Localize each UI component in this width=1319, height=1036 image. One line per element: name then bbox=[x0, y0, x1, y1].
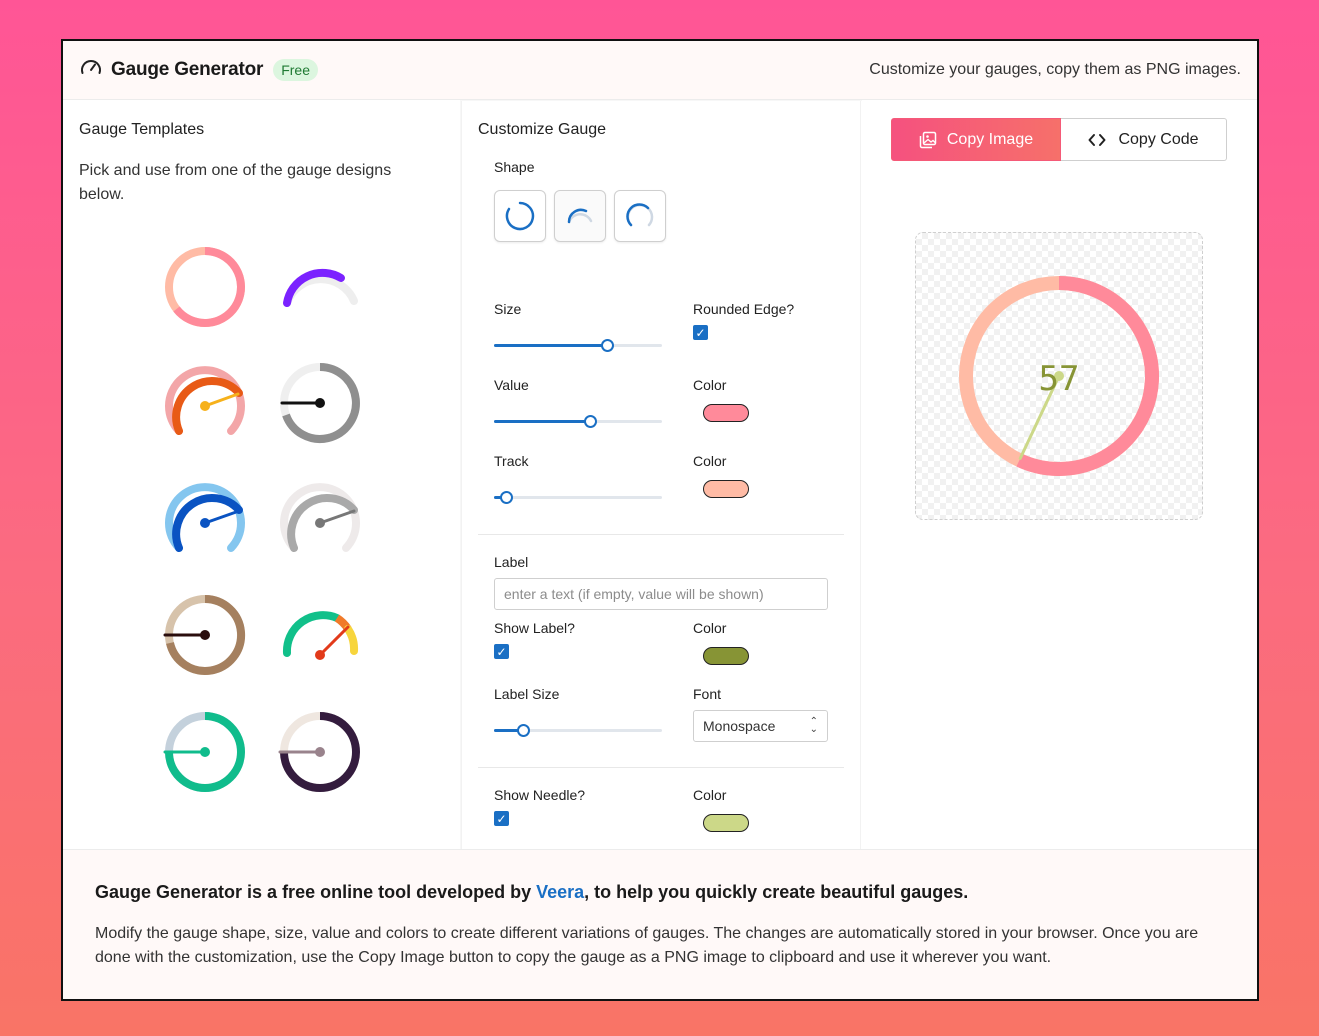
copy-code-label: Copy Code bbox=[1118, 130, 1199, 148]
template-gauge-4[interactable] bbox=[278, 361, 362, 445]
template-gauge-9[interactable] bbox=[163, 710, 247, 794]
show-label-label: Show Label? bbox=[494, 620, 575, 636]
gauge-preview-graphic: 57 bbox=[959, 276, 1159, 476]
footer-description: Modify the gauge shape, size, value and … bbox=[95, 925, 1199, 966]
app-title: Gauge Generator bbox=[111, 59, 264, 80]
templates-title: Gauge Templates bbox=[79, 121, 205, 138]
copy-image-button[interactable]: Copy Image bbox=[891, 118, 1061, 161]
template-gauge-3[interactable] bbox=[163, 361, 247, 445]
gauge-preview: 57 bbox=[915, 232, 1203, 520]
templates-description: Pick and use from one of the gauge desig… bbox=[79, 162, 392, 203]
label-color-label: Color bbox=[693, 620, 727, 636]
template-gauge-6[interactable] bbox=[278, 478, 362, 562]
shape-circle-icon bbox=[505, 201, 535, 231]
divider bbox=[478, 767, 844, 768]
shape-arc-icon bbox=[567, 208, 593, 224]
code-icon bbox=[1088, 133, 1106, 146]
size-slider[interactable] bbox=[494, 338, 662, 352]
copy-code-button[interactable]: Copy Code bbox=[1061, 118, 1227, 161]
shape-three-quarter-button[interactable] bbox=[614, 190, 666, 242]
font-label: Font bbox=[693, 686, 722, 702]
footer-title-text-end: , to help you quickly create beautiful g… bbox=[584, 882, 969, 902]
size-label: Size bbox=[494, 301, 522, 317]
template-gauge-5[interactable] bbox=[163, 478, 247, 562]
value-color-label: Color bbox=[693, 377, 727, 393]
track-slider-thumb[interactable] bbox=[499, 491, 513, 504]
value-color-swatch[interactable] bbox=[703, 404, 749, 422]
template-gauge-8[interactable] bbox=[278, 593, 362, 677]
font-select-value: Monospace bbox=[703, 718, 776, 734]
gauge-logo-icon bbox=[79, 56, 103, 85]
templates-panel: Gauge Templates Pick and use from one of… bbox=[63, 101, 459, 849]
label-size-slider[interactable] bbox=[494, 723, 662, 737]
shape-three-quarter-icon bbox=[626, 203, 654, 227]
rounded-edge-label: Rounded Edge? bbox=[693, 301, 795, 317]
value-slider[interactable] bbox=[494, 414, 662, 428]
track-color-swatch[interactable] bbox=[703, 480, 749, 498]
tagline: Customize your gauges, copy them as PNG … bbox=[869, 61, 1241, 78]
shape-half-arc-button[interactable] bbox=[554, 190, 606, 242]
template-gauge-2[interactable] bbox=[278, 245, 362, 329]
select-chevron-icon: ⌃ ⌄ bbox=[809, 716, 818, 735]
track-slider[interactable] bbox=[494, 490, 662, 504]
rounded-edge-checkbox[interactable]: ✓ bbox=[693, 325, 708, 340]
footer-title-text: Gauge Generator is a free online tool de… bbox=[95, 882, 537, 902]
template-gauge-7[interactable] bbox=[163, 593, 247, 677]
label-input[interactable] bbox=[494, 578, 828, 610]
show-needle-label: Show Needle? bbox=[494, 787, 586, 803]
label-field-label: Label bbox=[494, 554, 529, 570]
copy-image-label: Copy Image bbox=[946, 130, 1034, 148]
veera-link[interactable]: Veera bbox=[536, 882, 584, 902]
gauge-value-label: 57 bbox=[1039, 359, 1080, 399]
track-label: Track bbox=[494, 453, 529, 469]
template-gauge-1[interactable] bbox=[163, 245, 247, 329]
app-window: Gauge Generator Free Customize your gaug… bbox=[61, 39, 1259, 1001]
header: Gauge Generator Free Customize your gaug… bbox=[63, 41, 1257, 100]
divider bbox=[478, 534, 844, 535]
main-content: Gauge Templates Pick and use from one of… bbox=[63, 101, 1257, 849]
show-needle-checkbox[interactable]: ✓ bbox=[494, 811, 509, 826]
label-color-swatch[interactable] bbox=[703, 647, 749, 665]
template-gauge-10[interactable] bbox=[278, 710, 362, 794]
footer: Gauge Generator is a free online tool de… bbox=[63, 849, 1257, 999]
size-slider-thumb[interactable] bbox=[600, 339, 614, 352]
label-size-slider-thumb[interactable] bbox=[516, 724, 530, 737]
preview-panel: Copy Image Copy Code 57 bbox=[861, 101, 1257, 849]
show-label-checkbox[interactable]: ✓ bbox=[494, 644, 509, 659]
shape-full-circle-button[interactable] bbox=[494, 190, 546, 242]
font-select[interactable]: Monospace ⌃ ⌄ bbox=[693, 710, 828, 742]
value-slider-thumb[interactable] bbox=[583, 415, 597, 428]
track-color-label: Color bbox=[693, 453, 727, 469]
shape-label: Shape bbox=[494, 159, 535, 175]
customize-panel: Customize Gauge Shape Size Rounded Edge?… bbox=[461, 101, 861, 849]
copy-button-group: Copy Image Copy Code bbox=[891, 118, 1227, 161]
image-copy-icon bbox=[919, 131, 937, 148]
free-badge: Free bbox=[273, 59, 319, 81]
needle-color-swatch[interactable] bbox=[703, 814, 749, 832]
brand: Gauge Generator Free bbox=[79, 56, 319, 85]
needle-color-label: Color bbox=[693, 787, 727, 803]
value-label: Value bbox=[494, 377, 529, 393]
label-size-label: Label Size bbox=[494, 686, 560, 702]
footer-title: Gauge Generator is a free online tool de… bbox=[95, 882, 968, 903]
customize-title: Customize Gauge bbox=[478, 121, 607, 138]
